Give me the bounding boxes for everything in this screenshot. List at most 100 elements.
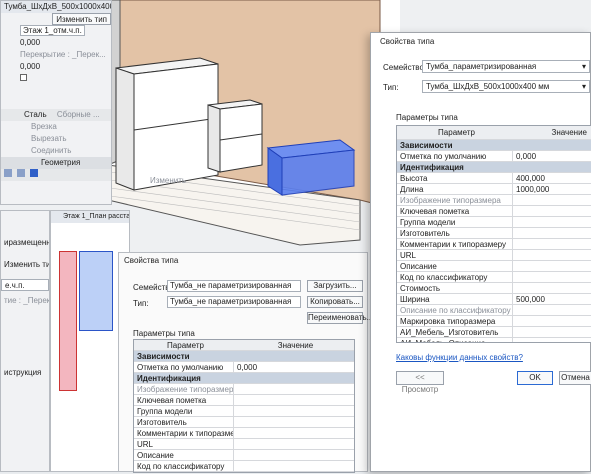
preview-button[interactable]: << Просмотр — [396, 371, 444, 394]
param-value[interactable] — [513, 217, 591, 227]
param-value[interactable] — [234, 461, 354, 471]
param-value[interactable] — [513, 327, 591, 337]
offset-value[interactable]: 0,000 — [20, 38, 40, 47]
ribbon-cut2[interactable]: Вырезать — [1, 133, 111, 145]
param-row[interactable]: Комментарии к типоразмеру — [134, 428, 354, 439]
floor-field-2[interactable]: е.ч.п. — [1, 279, 49, 291]
param-row[interactable]: Ключевая пометка — [134, 395, 354, 406]
param-value[interactable] — [513, 250, 591, 260]
param-group-name: Зависимости — [137, 352, 190, 361]
slab-field-2[interactable]: тие : _Перек... — [1, 295, 49, 307]
param-row[interactable]: Высота 400,000 — [397, 173, 591, 184]
param-value[interactable] — [513, 206, 591, 216]
param-row[interactable]: Длина 1000,000 — [397, 184, 591, 195]
copy-button[interactable]: Копировать... — [307, 296, 363, 308]
ribbon-prefab[interactable]: Сборные ... — [57, 110, 100, 119]
param-row[interactable]: Маркировка типоразмера — [397, 316, 591, 327]
ok-button[interactable]: OK — [517, 371, 553, 385]
param-name: Отметка по умолчанию — [134, 362, 234, 372]
zero-value[interactable]: 0,000 — [20, 62, 40, 71]
family-select[interactable]: Тумба_параметризированная ▾ — [422, 60, 590, 73]
col-param: Параметр — [438, 128, 475, 137]
ribbon-edit[interactable]: Изменить — [150, 176, 186, 185]
edit-type-button[interactable]: Изменить тип — [52, 13, 111, 25]
param-row[interactable]: Ширина 500,000 — [397, 294, 591, 305]
param-group-header[interactable]: Зависимости — [397, 140, 591, 151]
edit-type-2[interactable]: Изменить тип — [1, 259, 49, 271]
param-value[interactable] — [513, 261, 591, 271]
rename-button[interactable]: Переименовать... — [307, 312, 373, 324]
param-value[interactable] — [513, 239, 591, 249]
ribbon-cut[interactable]: Врезка — [1, 121, 111, 133]
param-value[interactable] — [234, 395, 354, 405]
param-row[interactable]: Изображение типоразмера — [397, 195, 591, 206]
param-row[interactable]: Код по классификатору — [397, 272, 591, 283]
tool-icon[interactable] — [4, 169, 12, 177]
param-row[interactable]: URL — [134, 439, 354, 450]
placement-text: иразмещенная — [4, 238, 49, 247]
param-value[interactable]: 500,000 — [513, 294, 591, 304]
param-row[interactable]: АИ_Мебель_Описание — [397, 338, 591, 342]
param-value[interactable] — [513, 305, 591, 315]
param-row[interactable]: Группа модели — [134, 406, 354, 417]
param-row[interactable]: URL — [397, 250, 591, 261]
param-value[interactable] — [513, 195, 591, 205]
palette-checkbox-row — [1, 73, 111, 85]
param-row[interactable]: Описание — [134, 450, 354, 461]
param-group-header[interactable]: Идентификация — [134, 373, 354, 384]
param-row[interactable]: Изготовитель — [397, 228, 591, 239]
tool-icon[interactable] — [17, 169, 26, 177]
family-select-small[interactable]: Тумба_не параметризированная — [167, 280, 301, 292]
param-row[interactable]: Стоимость — [134, 472, 354, 473]
param-value[interactable] — [513, 228, 591, 238]
param-row[interactable]: Изображение типоразмера — [134, 384, 354, 395]
param-value[interactable] — [513, 316, 591, 326]
param-value[interactable] — [234, 406, 354, 416]
cancel-button[interactable]: Отмена — [559, 371, 591, 385]
param-value[interactable] — [234, 417, 354, 427]
param-name: Комментарии к типоразмеру — [134, 428, 234, 438]
type-select-small[interactable]: Тумба_не параметризированная — [167, 296, 301, 308]
param-value[interactable]: 0,000 — [234, 362, 354, 372]
param-value[interactable] — [234, 439, 354, 449]
type-label: Тип: — [383, 83, 399, 92]
floor-value[interactable]: Перекрытие : _Перек... — [20, 50, 106, 59]
param-row[interactable]: Комментарии к типоразмеру — [397, 239, 591, 250]
ribbon-toolbar — [1, 169, 111, 181]
param-value[interactable] — [234, 472, 354, 473]
ribbon-join[interactable]: Соединить — [1, 145, 111, 157]
palette-type-name[interactable]: Тумба_ШхДхВ_500х1000х400 мм — [1, 1, 111, 13]
tool-icon[interactable] — [30, 169, 39, 177]
param-value[interactable]: 1000,000 — [513, 184, 591, 194]
param-value[interactable] — [234, 428, 354, 438]
param-value[interactable] — [234, 384, 354, 394]
param-group-name: Идентификация — [400, 163, 464, 172]
help-link[interactable]: Каковы функции данных свойств? — [396, 353, 523, 362]
param-row[interactable]: Группа модели — [397, 217, 591, 228]
checkbox[interactable] — [20, 74, 27, 81]
param-value[interactable] — [234, 450, 354, 460]
type-select[interactable]: Тумба_ШхДхВ_500х1000х400 мм ▾ — [422, 80, 590, 93]
param-row[interactable]: Отметка по умолчанию 0,000 — [134, 362, 354, 373]
param-group-header[interactable]: Идентификация — [397, 162, 591, 173]
param-value[interactable] — [513, 272, 591, 282]
load-button[interactable]: Загрузить... — [307, 280, 363, 292]
param-value[interactable] — [513, 338, 591, 342]
param-row[interactable]: Описание — [397, 261, 591, 272]
ribbon-steel[interactable]: Сталь — [24, 110, 47, 119]
param-value[interactable] — [513, 283, 591, 293]
param-value[interactable]: 0,000 — [513, 151, 591, 161]
param-group-header[interactable]: Зависимости — [134, 351, 354, 362]
floor-plan-tab[interactable]: Этаж 1_План расстановки мебе... — [51, 211, 129, 223]
plan-cabinet-selected[interactable] — [79, 251, 113, 331]
param-row[interactable]: Изготовитель — [134, 417, 354, 428]
param-row[interactable]: Ключевая пометка — [397, 206, 591, 217]
level-field[interactable]: Этаж 1_отм.ч.п. — [20, 25, 85, 36]
param-group-name: Идентификация — [137, 374, 201, 383]
param-row[interactable]: Стоимость — [397, 283, 591, 294]
param-row[interactable]: АИ_Мебель_Изготовитель — [397, 327, 591, 338]
param-row[interactable]: Отметка по умолчанию 0,000 — [397, 151, 591, 162]
param-row[interactable]: Код по классификатору — [134, 461, 354, 472]
param-value[interactable]: 400,000 — [513, 173, 591, 183]
param-row[interactable]: Описание по классификатору — [397, 305, 591, 316]
